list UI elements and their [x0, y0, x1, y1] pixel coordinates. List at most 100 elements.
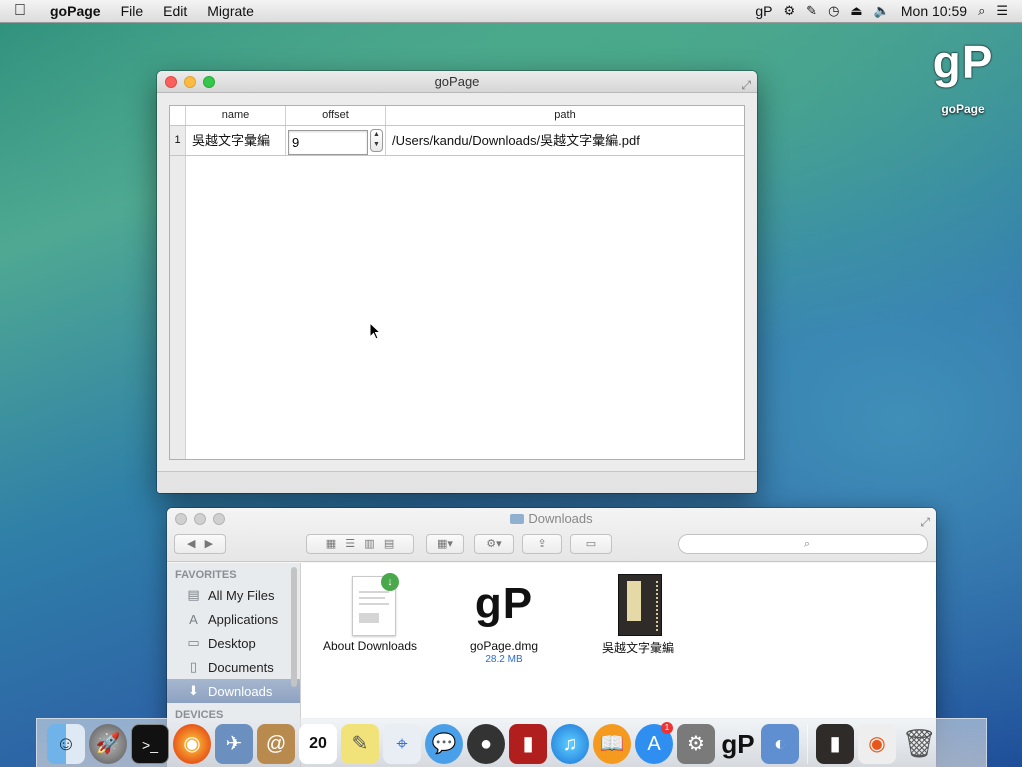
- time-machine-icon[interactable]: ◷: [828, 3, 839, 19]
- menu-file[interactable]: File: [111, 3, 154, 19]
- system-preferences-gear-icon[interactable]: ⚙: [677, 724, 715, 764]
- minimize-button[interactable]: [184, 76, 196, 88]
- dock: ☺ 🚀 >_ ◉ ✈ @ 20 ✎ ⌖ 💬 ● ▮ ♫ 📖 A 1 ⚙ gP ◐…: [36, 718, 987, 767]
- sidebar-item-desktop[interactable]: ▭ Desktop: [167, 631, 300, 655]
- table-row[interactable]: 1 吳越文字彙編 ▲ ▼ /Users/kandu/Downloads/吳越文字…: [170, 126, 744, 156]
- desktop-icon: ▭: [187, 635, 200, 650]
- itunes-music-icon[interactable]: ♫: [551, 724, 589, 764]
- all-files-icon: ▤: [187, 587, 200, 602]
- safari-compass-icon[interactable]: ⌖: [383, 724, 421, 764]
- finder-minimize-button[interactable]: [194, 513, 206, 525]
- action-gear-icon[interactable]: ⚙▾: [474, 534, 514, 554]
- facetime-camera-icon[interactable]: ●: [467, 724, 505, 764]
- close-button[interactable]: [165, 76, 177, 88]
- file-name: goPage.dmg: [469, 639, 539, 653]
- tags-icon[interactable]: ▭: [570, 534, 612, 554]
- gopage-dock-icon[interactable]: gP: [719, 724, 757, 764]
- arrange-button[interactable]: ▦▾: [426, 534, 464, 554]
- row-number-column: [170, 126, 186, 459]
- stepper-up-icon[interactable]: ▲: [371, 130, 382, 140]
- eject-icon[interactable]: ⏏: [850, 3, 862, 19]
- gopage-status-item[interactable]: gP: [755, 3, 772, 19]
- finder-dock-icon[interactable]: ☺: [47, 724, 85, 764]
- file-pdf-book[interactable]: 吳越文字彙編: [573, 573, 703, 657]
- gear-status-icon[interactable]: ⚙: [784, 3, 796, 19]
- gopage-window: goPage ⤢ name offset path 1 吳越文字彙編 ▲ ▼: [157, 71, 757, 493]
- sidebar-heading-favorites: FAVORITES: [175, 569, 237, 581]
- preview-eagle-icon[interactable]: ✈: [215, 724, 253, 764]
- app-store-icon[interactable]: A 1: [635, 722, 673, 764]
- finder-toolbar: ◀ ▶ ▦ ☰ ▥ ▤ ▦▾ ⚙▾ ⇪ ▭ ⌕: [167, 532, 936, 558]
- folder-icon: [510, 514, 525, 524]
- fullscreen-icon[interactable]: ⤢: [741, 74, 751, 96]
- header-offset[interactable]: offset: [286, 106, 386, 125]
- volume-icon[interactable]: 🔈: [874, 3, 890, 19]
- terminal-icon[interactable]: >_: [131, 724, 169, 764]
- finder-close-button[interactable]: [175, 513, 187, 525]
- apple-menu-icon[interactable]: : [0, 2, 40, 20]
- sidebar-item-downloads[interactable]: ⬇ Downloads: [167, 679, 300, 703]
- contacts-icon[interactable]: @: [257, 724, 295, 764]
- messages-icon[interactable]: 💬: [425, 724, 463, 764]
- row-offset-cell: ▲ ▼: [286, 126, 386, 155]
- calendar-icon[interactable]: 20: [299, 724, 337, 764]
- row-index: 1: [170, 126, 186, 155]
- script-status-icon[interactable]: ✎: [806, 3, 817, 19]
- menu-clock[interactable]: Mon 10:59: [901, 3, 967, 19]
- window-bottom-bar: [157, 471, 757, 493]
- zoom-button[interactable]: [203, 76, 215, 88]
- menu-edit[interactable]: Edit: [153, 3, 197, 19]
- gopage-dmg-icon: gP: [474, 579, 534, 628]
- desktop-icon-label: goPage: [941, 102, 985, 116]
- sidebar-item-applications[interactable]: A Applications: [167, 607, 300, 631]
- view-mode-segmented[interactable]: ▦ ☰ ▥ ▤: [306, 534, 414, 554]
- desktop-icon-gopage[interactable]: gP goPage: [925, 34, 1001, 116]
- app-store-update-badge: 1: [661, 722, 673, 734]
- finder-fullscreen-icon[interactable]: ⤢: [920, 511, 930, 533]
- row-path-cell[interactable]: /Users/kandu/Downloads/吳越文字彙編.pdf: [386, 126, 744, 155]
- file-about-downloads[interactable]: ↓ About Downloads: [305, 573, 435, 654]
- menu-app-name[interactable]: goPage: [40, 3, 111, 19]
- ibooks-icon[interactable]: 📖: [593, 724, 631, 764]
- search-icon: ⌕: [803, 538, 811, 550]
- finder-titlebar[interactable]: Downloads ⤢ ◀ ▶ ▦ ☰ ▥ ▤ ▦▾ ⚙▾ ⇪ ▭ ⌕: [167, 508, 936, 562]
- share-icon[interactable]: ⇪: [522, 534, 562, 554]
- menu-migrate[interactable]: Migrate: [197, 3, 264, 19]
- firefox-icon[interactable]: ◉: [173, 724, 211, 764]
- pages-table: name offset path 1 吳越文字彙編 ▲ ▼ /Users/kan…: [169, 105, 745, 460]
- window-title: goPage: [434, 74, 480, 89]
- row-name-cell[interactable]: 吳越文字彙編: [186, 126, 286, 155]
- back-forward-buttons[interactable]: ◀ ▶: [174, 534, 226, 554]
- gopage-desktop-glyph: gP: [932, 36, 994, 88]
- menu-bar:  goPage File Edit Migrate gP ⚙ ✎ ◷ ⏏ 🔈 …: [0, 0, 1022, 23]
- sidebar-item-all-my-files[interactable]: ▤ All My Files: [167, 583, 300, 607]
- file-gopage-dmg[interactable]: gP goPage.dmg 28.2 MB: [439, 573, 569, 665]
- image-capture-icon[interactable]: ◐: [761, 724, 799, 764]
- file-name: 吳越文字彙編: [601, 641, 674, 655]
- photo-booth-icon[interactable]: ▮: [509, 724, 547, 764]
- sidebar-item-documents[interactable]: ▯ Documents: [167, 655, 300, 679]
- trash-icon[interactable]: 🗑: [900, 724, 938, 764]
- finder-search-input[interactable]: ⌕: [678, 534, 928, 554]
- header-path[interactable]: path: [386, 106, 744, 125]
- sidebar-scrollbar[interactable]: [291, 567, 297, 687]
- finder-zoom-button[interactable]: [213, 513, 225, 525]
- offset-stepper[interactable]: ▲ ▼: [370, 129, 383, 152]
- gopage-titlebar[interactable]: goPage ⤢: [157, 71, 757, 93]
- firefox-download-dock-icon[interactable]: ◉: [858, 724, 896, 764]
- table-body: 1 吳越文字彙編 ▲ ▼ /Users/kandu/Downloads/吳越文字…: [170, 126, 744, 459]
- download-badge-icon: ↓: [381, 573, 399, 591]
- header-rownum: [170, 106, 186, 125]
- file-name: About Downloads: [322, 639, 418, 653]
- dock-separator: [807, 724, 808, 764]
- notification-center-icon[interactable]: ☰: [996, 3, 1008, 19]
- launchpad-rocket-icon[interactable]: 🚀: [89, 724, 127, 764]
- notes-icon[interactable]: ✎: [341, 724, 379, 764]
- pdf-book-dock-icon[interactable]: ▮: [816, 724, 854, 764]
- finder-title: Downloads: [528, 511, 593, 526]
- stepper-down-icon[interactable]: ▼: [371, 140, 382, 150]
- documents-icon: ▯: [189, 659, 198, 674]
- offset-input[interactable]: [288, 130, 368, 155]
- spotlight-search-icon[interactable]: ⌕: [978, 3, 985, 19]
- header-name[interactable]: name: [186, 106, 286, 125]
